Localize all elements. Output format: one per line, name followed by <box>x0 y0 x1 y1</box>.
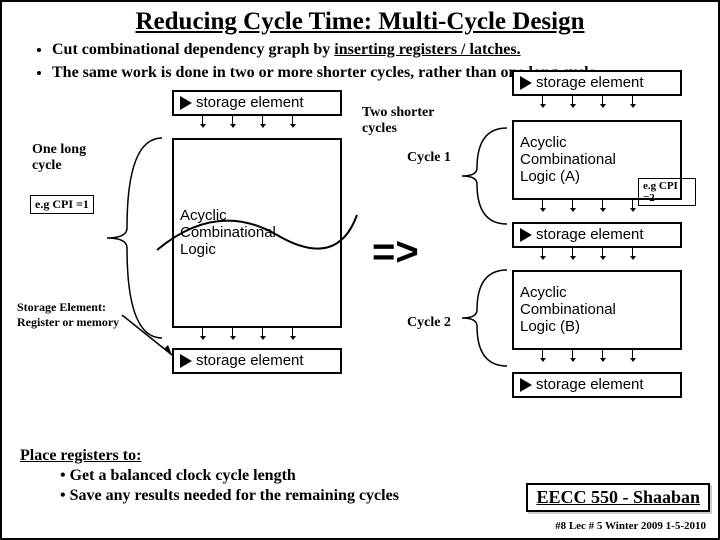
arrow-stub <box>542 248 543 256</box>
two-shorter-cycles-label: Two shorter cycles <box>362 105 452 137</box>
storage-mid-right: storage element <box>512 222 682 248</box>
one-long-cycle-label: One long cycle <box>32 142 112 174</box>
storage-label: storage element <box>196 94 304 111</box>
storage-element-note: Storage Element: Register or memory <box>17 300 127 330</box>
arrow-stub <box>602 96 603 104</box>
acyclic-b-label: Acyclic Combinational Logic (B) <box>520 284 640 335</box>
place-registers-lead: Place registers to: <box>20 447 141 464</box>
note-arrow <box>122 315 177 360</box>
clock-triangle-icon <box>180 354 192 368</box>
storage-label: storage element <box>536 74 644 91</box>
brace-cycle1 <box>462 128 512 228</box>
arrow-stub <box>572 200 573 208</box>
acyclic-logic-left: Acyclic Combinational Logic <box>172 138 342 328</box>
cpi2-box: e.g CPI =2 <box>638 178 696 206</box>
storage-top-right: storage element <box>512 70 682 96</box>
arrow-stub <box>632 248 633 256</box>
arrow-stub <box>602 350 603 358</box>
brace-cycle2 <box>462 270 512 370</box>
bullet-1-text: Cut combinational dependency graph by <box>52 41 334 58</box>
storage-label: storage element <box>536 226 644 243</box>
arrow-stub <box>632 350 633 358</box>
arrow-stub <box>572 96 573 104</box>
clock-triangle-icon <box>520 378 532 392</box>
arrow-stub <box>542 96 543 104</box>
storage-bottom-left: storage element <box>172 348 342 374</box>
storage-bottom-right: storage element <box>512 372 682 398</box>
transform-arrow: => <box>372 230 419 275</box>
cpi1-box: e.g CPI =1 <box>30 195 94 214</box>
slide-title: Reducing Cycle Time: Multi-Cycle Design <box>2 2 718 40</box>
clock-triangle-icon <box>180 96 192 110</box>
arrow-stub <box>202 328 203 336</box>
course-sep: - <box>618 487 633 507</box>
arrow-stub <box>292 116 293 124</box>
arrow-stub <box>262 116 263 124</box>
acyclic-logic-label: Acyclic Combinational Logic <box>180 207 280 258</box>
arrow-stub <box>292 328 293 336</box>
arrow-stub <box>262 328 263 336</box>
acyclic-a-label: Acyclic Combinational Logic (A) <box>520 134 640 185</box>
bottom-p1: • Get a balanced clock cycle length <box>20 466 399 486</box>
arrow-stub <box>632 200 633 208</box>
slide-footer: #8 Lec # 5 Winter 2009 1-5-2010 <box>555 520 706 532</box>
clock-triangle-icon <box>520 228 532 242</box>
arrow-stub <box>542 350 543 358</box>
bottom-notes: Place registers to: • Get a balanced clo… <box>20 446 399 506</box>
bottom-p2: • Save any results needed for the remain… <box>20 486 399 506</box>
arrow-stub <box>602 248 603 256</box>
cycle1-label: Cycle 1 <box>407 150 451 166</box>
course-code: EECC 550 <box>536 487 618 507</box>
course-box: EECC 550 - Shaaban <box>526 483 710 512</box>
storage-label: storage element <box>536 376 644 393</box>
arrow-stub <box>542 200 543 208</box>
arrow-stub <box>632 96 633 104</box>
arrow-stub <box>232 328 233 336</box>
diagram-canvas: storage element Acyclic Combinational Lo… <box>2 90 718 440</box>
arrow-stub <box>572 248 573 256</box>
bullet-1: Cut combinational dependency graph by in… <box>52 40 708 61</box>
clock-triangle-icon <box>520 76 532 90</box>
cycle2-label: Cycle 2 <box>407 315 451 331</box>
arrow-stub <box>572 350 573 358</box>
bullet-1-underline: inserting registers / latches. <box>334 41 520 58</box>
storage-top-left: storage element <box>172 90 342 116</box>
storage-label: storage element <box>196 352 304 369</box>
arrow-stub <box>602 200 603 208</box>
acyclic-logic-b: Acyclic Combinational Logic (B) <box>512 270 682 350</box>
course-author: Shaaban <box>633 487 700 507</box>
arrow-stub <box>232 116 233 124</box>
arrow-stub <box>202 116 203 124</box>
